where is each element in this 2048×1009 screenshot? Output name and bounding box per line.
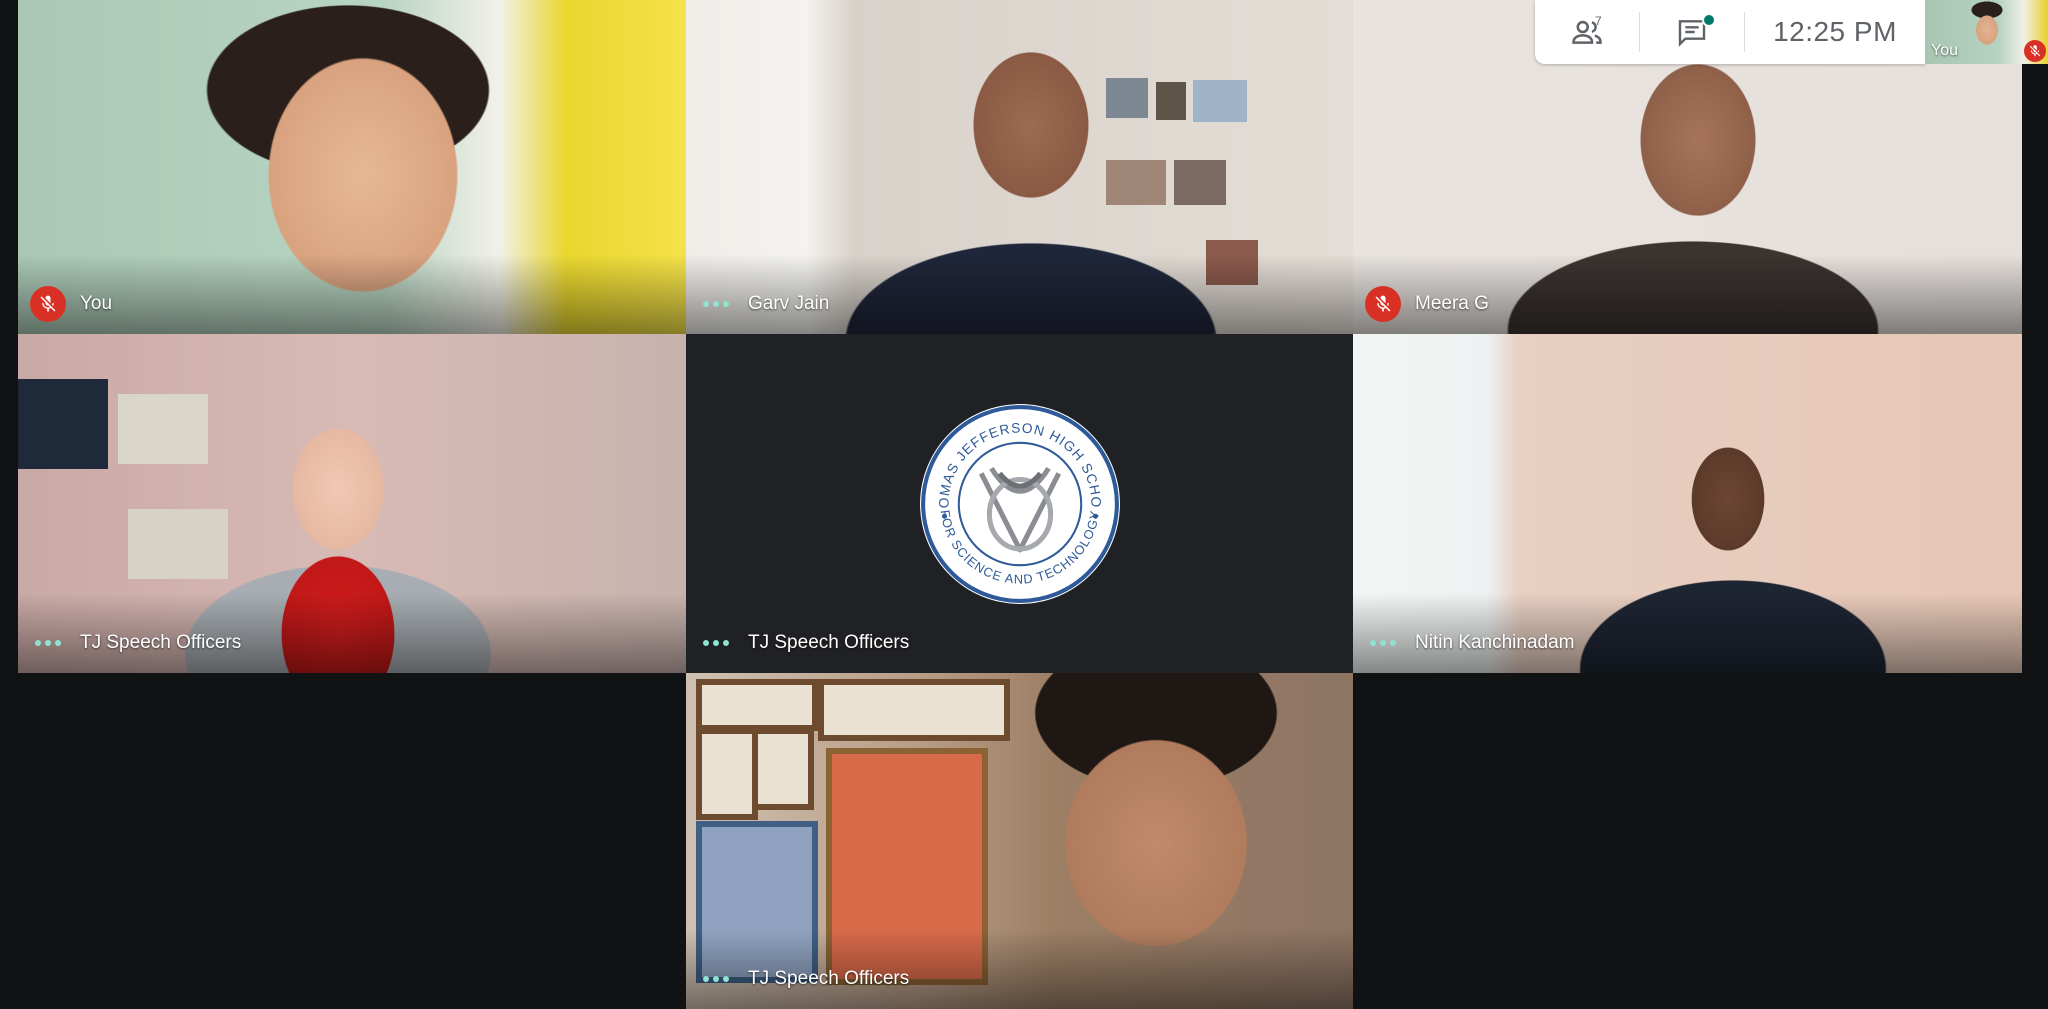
audio-activity-icon [30, 625, 66, 661]
participant-name: Meera G [1415, 293, 1489, 314]
nameplate: Meera G [1365, 286, 1489, 322]
audio-activity-icon [1365, 625, 1401, 661]
participant-name: TJ Speech Officers [80, 632, 242, 653]
participant-tile-tj-speech-officers-logo[interactable]: THOMAS JEFFERSON HIGH SCHOOL FOR SCIENCE… [686, 334, 1353, 673]
mic-off-icon [2024, 40, 2046, 62]
meeting-info-bar: 7 12:25 PM [1535, 0, 1925, 64]
participant-name: Garv Jain [748, 293, 830, 314]
nameplate: You [30, 286, 112, 322]
meeting-grid: You Garv Jain Meera G TJ Speech Officers… [0, 0, 2048, 1009]
participant-tile-you[interactable]: You [18, 0, 686, 334]
audio-activity-icon [698, 286, 734, 322]
nameplate: Garv Jain [698, 286, 829, 322]
participant-name: Nitin Kanchinadam [1415, 632, 1575, 653]
participant-name: TJ Speech Officers [748, 968, 910, 989]
nameplate: TJ Speech Officers [698, 961, 909, 997]
meeting-clock: 12:25 PM [1773, 16, 1897, 47]
mic-off-icon [30, 286, 66, 322]
participant-tile-tj-speech-officers-1[interactable]: TJ Speech Officers [18, 334, 686, 673]
mic-off-icon [1365, 286, 1401, 322]
chat-notification-dot [1702, 13, 1716, 27]
nameplate: Nitin Kanchinadam [1365, 625, 1574, 661]
school-seal-logo: THOMAS JEFFERSON HIGH SCHOOL FOR SCIENCE… [918, 402, 1120, 604]
people-button[interactable]: 7 [1535, 0, 1639, 64]
participant-tile-garv-jain[interactable]: Garv Jain [686, 0, 1353, 334]
self-view-thumbnail[interactable]: You [1925, 0, 2048, 64]
self-view-label: You [1931, 42, 1958, 59]
nameplate: TJ Speech Officers [30, 625, 241, 661]
audio-activity-icon [698, 961, 734, 997]
participant-name: TJ Speech Officers [748, 632, 910, 653]
participant-count: 7 [1595, 14, 1602, 28]
participant-name: You [80, 293, 113, 314]
participant-tile-tj-speech-officers-2[interactable]: TJ Speech Officers [686, 673, 1353, 1009]
nameplate: TJ Speech Officers [698, 625, 909, 661]
chat-button[interactable] [1640, 0, 1744, 64]
audio-activity-icon [698, 625, 734, 661]
participant-tile-nitin-kanchinadam[interactable]: Nitin Kanchinadam [1353, 334, 2022, 673]
